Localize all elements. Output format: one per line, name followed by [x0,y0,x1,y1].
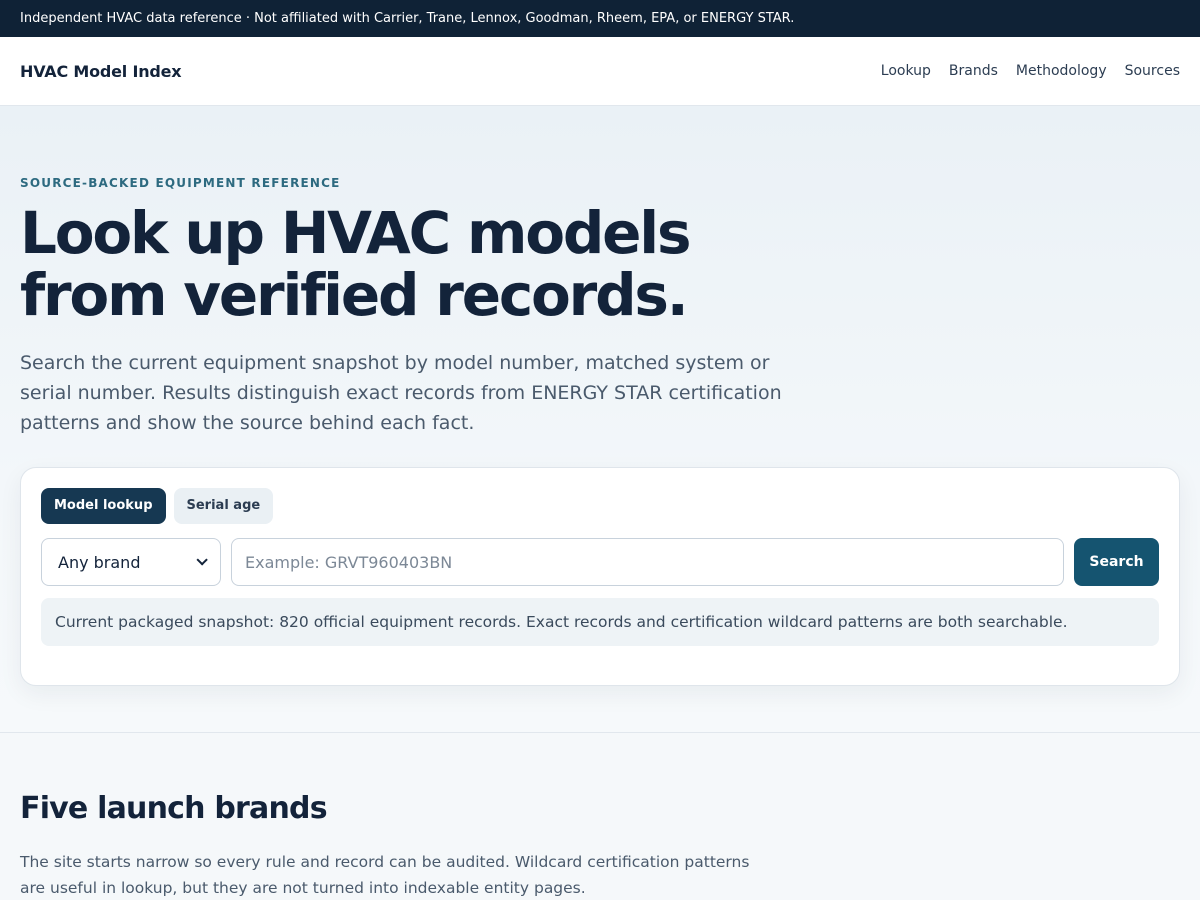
site-logo[interactable]: HVAC Model Index [20,62,182,81]
search-card: Model lookup Serial age Any brand Search… [20,467,1180,686]
search-button[interactable]: Search [1074,538,1159,586]
lookup-tabs: Model lookup Serial age [41,488,1159,524]
hero-title: Look up HVAC models from verified record… [20,199,691,329]
nav-link-methodology[interactable]: Methodology [1016,63,1107,79]
main-nav: Lookup Brands Methodology Sources [881,63,1180,79]
brand-select[interactable]: Any brand [41,538,221,586]
model-number-input[interactable] [231,538,1064,586]
nav-link-sources[interactable]: Sources [1125,63,1180,79]
brand-select-value: Any brand [58,552,141,572]
nav-link-lookup[interactable]: Lookup [881,63,931,79]
nav-link-brands[interactable]: Brands [949,63,998,79]
chevron-down-icon [196,554,208,566]
brands-section-lead: The site starts narrow so every rule and… [20,853,750,897]
brands-section: Five launch brands The site starts narro… [0,733,1200,900]
tab-model-lookup[interactable]: Model lookup [41,488,166,524]
tab-serial-age[interactable]: Serial age [173,488,274,524]
affiliation-notice-bar: Independent HVAC data reference · Not af… [0,0,1200,37]
hero-lead: Search the current equipment snapshot by… [20,352,782,434]
search-row: Any brand Search [41,538,1159,586]
snapshot-note: Current packaged snapshot: 820 official … [41,598,1159,646]
hero-section: SOURCE-BACKED EQUIPMENT REFERENCE Look u… [0,106,1200,733]
hero-eyebrow: SOURCE-BACKED EQUIPMENT REFERENCE [20,176,341,190]
brands-section-title: Five launch brands [20,791,328,826]
site-header: HVAC Model Index Lookup Brands Methodolo… [0,37,1200,106]
affiliation-notice: Independent HVAC data reference · Not af… [20,11,795,26]
